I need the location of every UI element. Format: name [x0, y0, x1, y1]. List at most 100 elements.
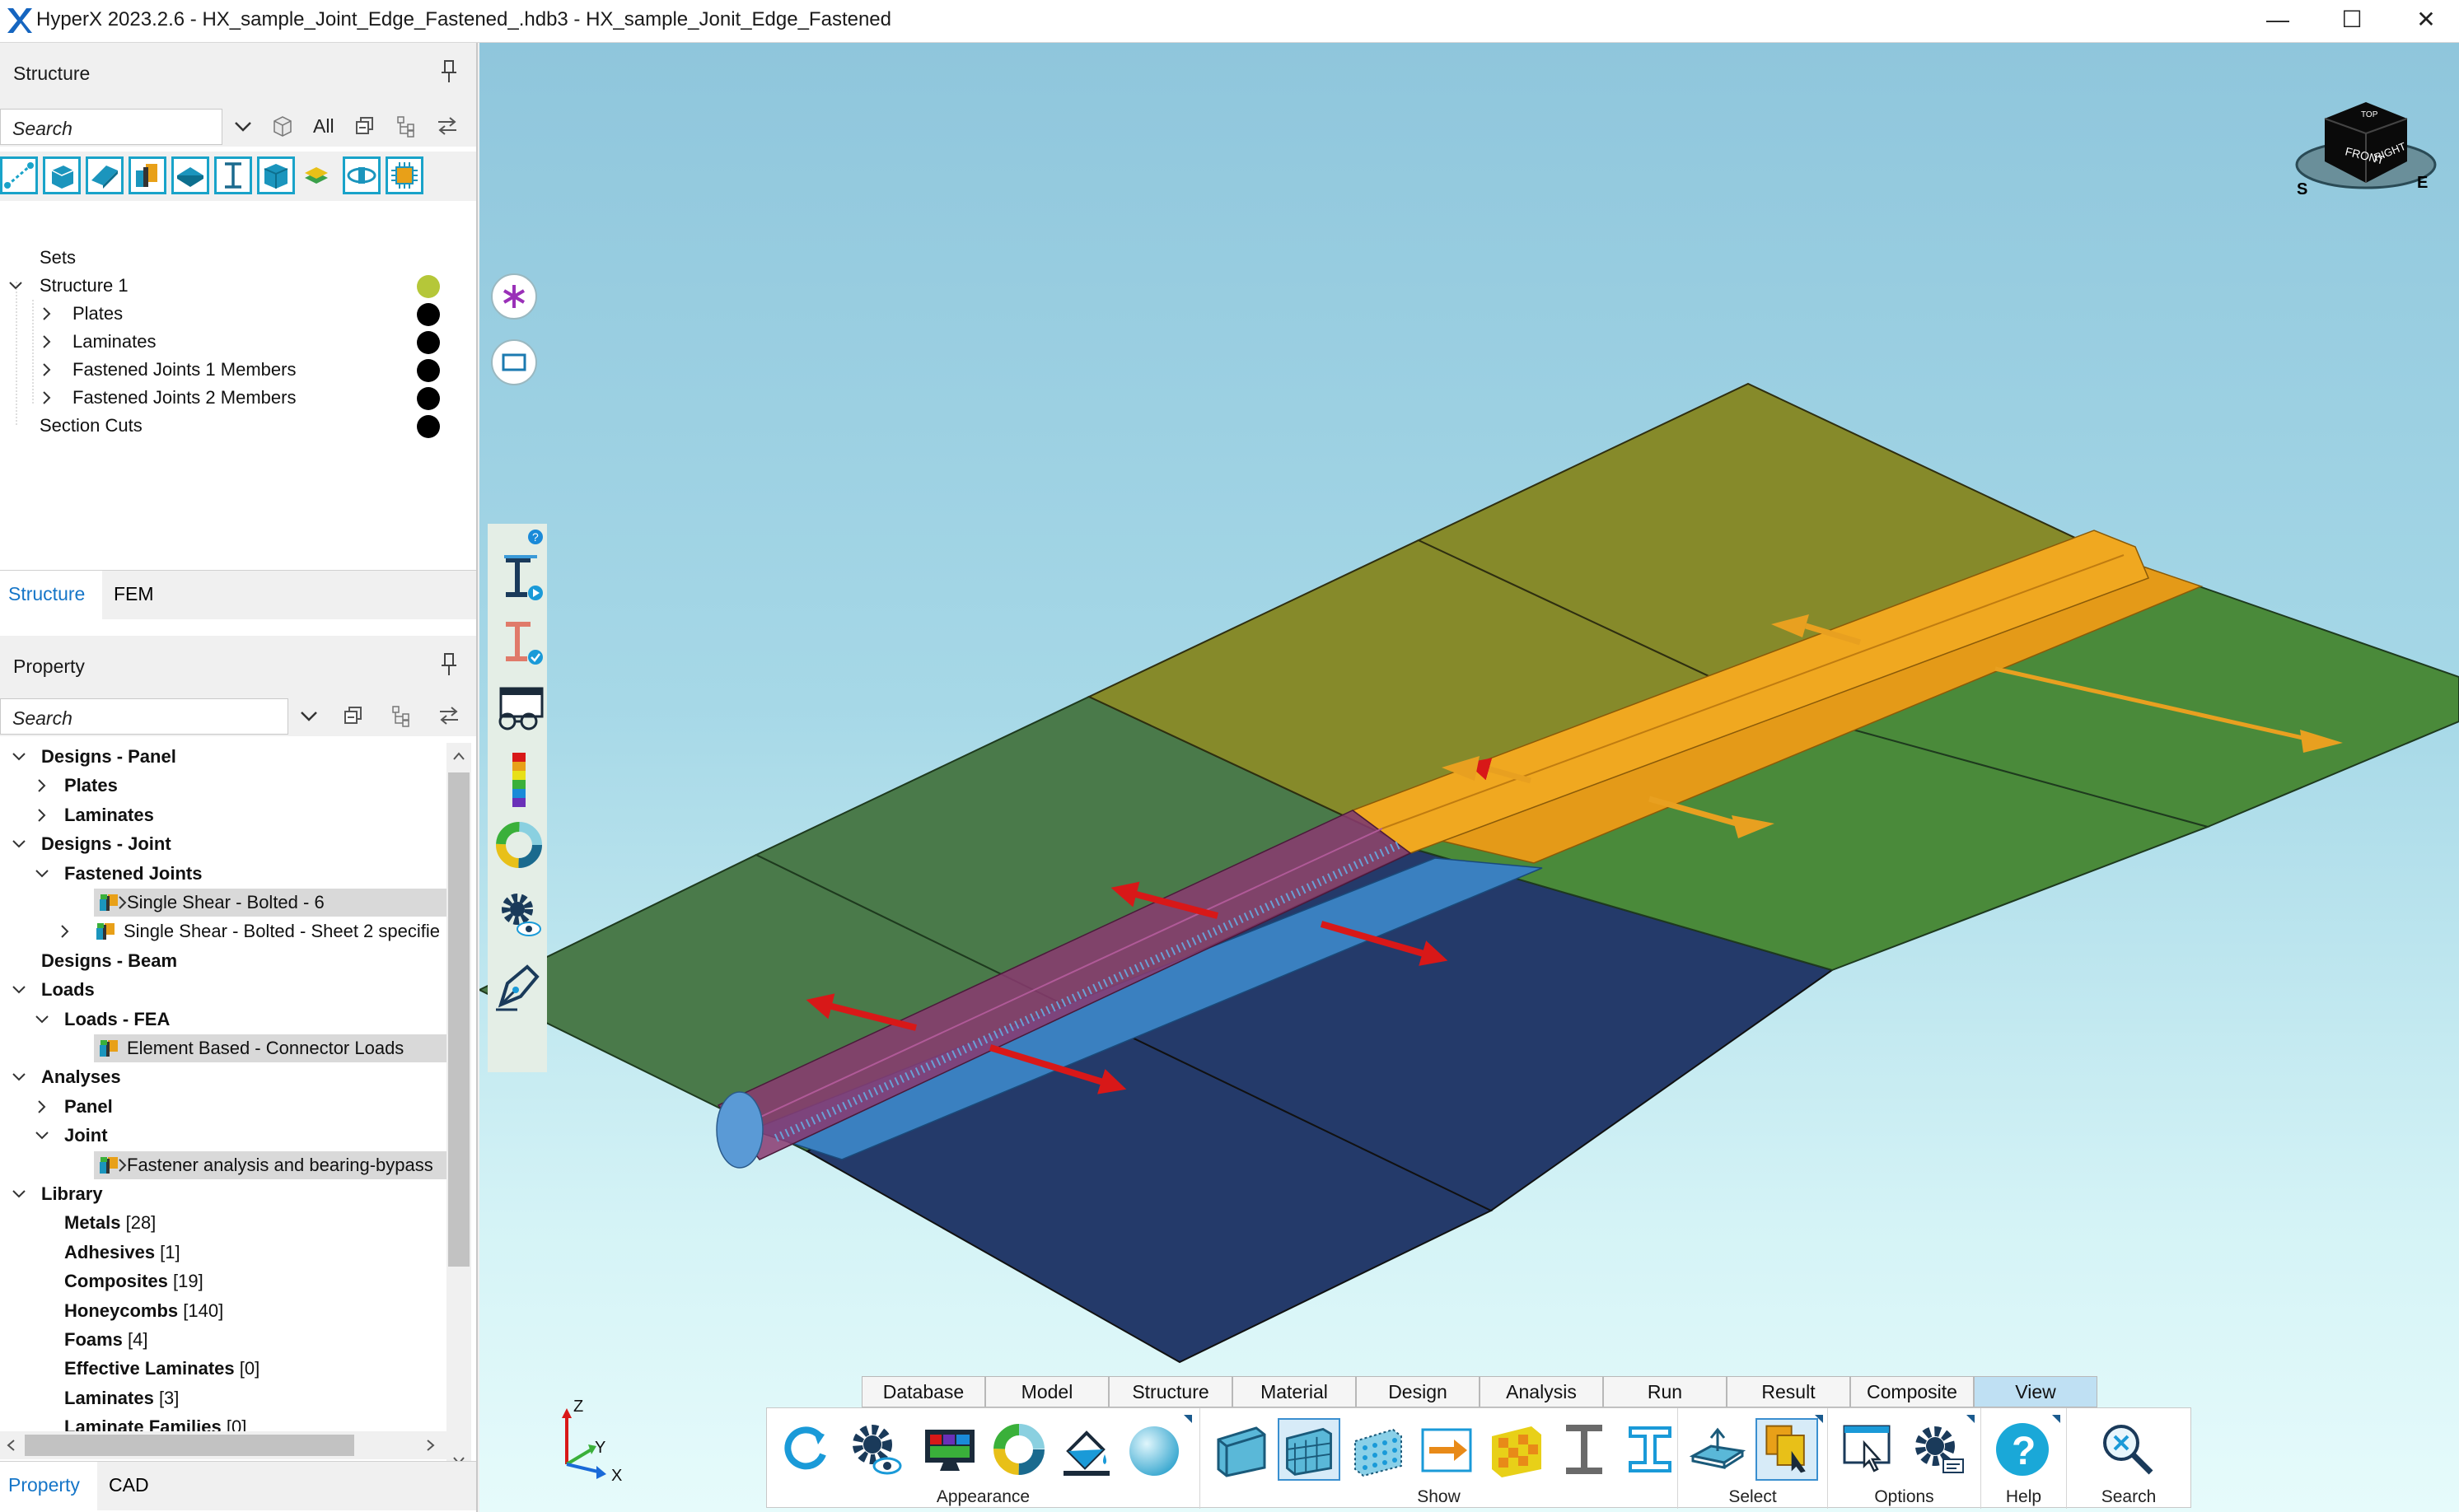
structure-search-input[interactable]: Search [0, 109, 222, 145]
arrow-load-icon[interactable] [1416, 1418, 1479, 1481]
chevron-right-icon[interactable] [35, 778, 49, 793]
dropdown-corner-icon[interactable] [1813, 1413, 1825, 1425]
ribbon-tab-composite[interactable]: Composite [1850, 1376, 1974, 1407]
dropdown-corner-icon[interactable] [1182, 1413, 1194, 1425]
chevron-down-icon[interactable] [12, 982, 26, 997]
property-tree-item[interactable]: Library [0, 1180, 446, 1208]
pin-icon[interactable] [440, 59, 458, 84]
sphere-icon[interactable] [1123, 1418, 1185, 1481]
visibility-dot[interactable] [417, 415, 440, 438]
chevron-down-icon[interactable] [12, 1187, 26, 1202]
property-tree-item[interactable]: Designs - Joint [0, 830, 446, 858]
property-tree-item[interactable]: Loads [0, 976, 446, 1004]
settings-eye-icon[interactable] [846, 1418, 909, 1481]
glasses-window-icon[interactable] [493, 684, 547, 736]
property-tree-item[interactable]: Loads - FEA [0, 1006, 446, 1034]
nodes-filter-button[interactable] [0, 156, 38, 194]
joints-filter-button[interactable] [129, 156, 166, 194]
property-tree-item[interactable]: Fastened Joints [0, 860, 446, 888]
chevron-right-icon[interactable] [35, 1099, 49, 1114]
scroll-up-icon[interactable] [451, 748, 467, 764]
visibility-dot[interactable] [417, 275, 440, 298]
swap-arrows-icon[interactable] [435, 114, 460, 138]
tree-item-sets[interactable]: Sets [0, 244, 476, 272]
ribbon-tab-database[interactable]: Database [862, 1376, 985, 1407]
property-tree-item[interactable]: Effective Laminates [0] [0, 1355, 446, 1383]
layers-filter-button[interactable] [300, 160, 338, 198]
minimize-button[interactable]: — [2241, 0, 2315, 43]
all-filter-label[interactable]: All [313, 115, 334, 138]
mesh-plate-icon[interactable] [1278, 1418, 1340, 1481]
swap-arrows-icon[interactable] [437, 703, 461, 728]
property-horizontal-scrollbar[interactable] [0, 1431, 446, 1459]
i-beam-outline-icon[interactable] [1619, 1418, 1681, 1481]
volumes-filter-button[interactable] [257, 156, 295, 194]
tree-item-section-cuts[interactable]: Section Cuts [0, 412, 476, 440]
click-window-icon[interactable] [1836, 1418, 1899, 1481]
visibility-dot[interactable] [417, 359, 440, 382]
tree-item-fastened-joints-2[interactable]: Fastened Joints 2 Members [0, 384, 476, 412]
viewcube-east-label[interactable]: E [2417, 174, 2428, 192]
chevron-down-icon[interactable] [35, 1128, 49, 1143]
tab-cad[interactable]: CAD [101, 1462, 166, 1511]
property-tree-item[interactable]: Designs - Beam [0, 947, 446, 975]
beam-check-icon[interactable] [494, 616, 545, 669]
property-tree-item[interactable]: Laminates [0, 801, 446, 829]
fem-filter-button[interactable] [386, 156, 423, 194]
tree-item-plates[interactable]: Plates [0, 300, 476, 328]
chevron-down-icon[interactable] [12, 749, 26, 764]
chevron-down-icon[interactable] [35, 866, 49, 881]
select-joint-icon[interactable] [1755, 1418, 1818, 1481]
pen-tool-icon[interactable] [493, 959, 545, 1013]
tab-fem[interactable]: FEM [105, 571, 171, 620]
ribbon-tab-design[interactable]: Design [1356, 1376, 1480, 1407]
shaded-plate-icon[interactable] [1210, 1418, 1273, 1481]
search-close-icon[interactable] [2097, 1418, 2159, 1481]
plates-filter-button[interactable] [86, 156, 124, 194]
rectangle-select-button[interactable] [491, 339, 537, 385]
property-tree-item[interactable]: Plates [0, 772, 446, 800]
surfaces-filter-button[interactable] [171, 156, 209, 194]
chevron-down-icon[interactable] [231, 114, 255, 138]
3d-viewport[interactable]: FRONT RIGHT TOP S E ? Z Y X [479, 43, 2459, 1512]
ribbon-tab-analysis[interactable]: Analysis [1480, 1376, 1603, 1407]
chevron-down-icon[interactable] [35, 1012, 49, 1027]
solids-filter-button[interactable] [43, 156, 81, 194]
chevron-right-icon[interactable] [58, 924, 72, 939]
dropdown-corner-icon[interactable] [1965, 1413, 1976, 1425]
property-tree-item[interactable]: Adhesives [1] [0, 1239, 446, 1267]
property-tree-item[interactable]: Metals [28] [0, 1209, 446, 1237]
chevron-down-icon[interactable] [12, 837, 26, 852]
color-scale-icon[interactable] [503, 751, 535, 809]
property-tree-item[interactable]: Designs - Panel [0, 743, 446, 771]
beam-play-icon[interactable] [494, 550, 545, 603]
hierarchy-icon[interactable] [389, 703, 414, 728]
tree-item-fastened-joints-1[interactable]: Fastened Joints 1 Members [0, 356, 476, 384]
beams-filter-button[interactable] [214, 156, 252, 194]
property-tree-item[interactable]: Element Based - Connector Loads [94, 1034, 446, 1062]
settings-eye-icon[interactable] [494, 886, 545, 940]
refresh-icon[interactable] [775, 1418, 838, 1481]
visibility-dot[interactable] [417, 387, 440, 410]
collapse-all-icon[interactable] [341, 703, 366, 728]
pick-center-button[interactable] [491, 273, 537, 320]
settings-gear-icon[interactable] [1907, 1418, 1970, 1481]
dropdown-corner-icon[interactable] [2050, 1413, 2062, 1425]
property-tree-item[interactable]: Composites [19] [0, 1267, 446, 1295]
property-search-input[interactable]: Search [0, 698, 288, 735]
help-icon[interactable]: ? [527, 529, 544, 545]
cube-filter-icon[interactable] [270, 114, 295, 138]
property-tree-item[interactable]: Honeycombs [140] [0, 1297, 446, 1325]
property-tree-item[interactable]: Joint [0, 1122, 446, 1150]
points-grid-icon[interactable] [1347, 1418, 1409, 1481]
ribbon-tab-model[interactable]: Model [985, 1376, 1109, 1407]
donut-chart-icon[interactable] [494, 820, 544, 870]
scrollbar-thumb[interactable] [25, 1435, 354, 1456]
viewcube-top-label[interactable]: TOP [2361, 110, 2378, 119]
property-tree-item[interactable]: Fastener analysis and bearing-bypass [94, 1150, 446, 1179]
chevron-right-icon[interactable] [35, 808, 49, 823]
pin-icon[interactable] [440, 652, 458, 677]
property-vertical-scrollbar[interactable] [446, 743, 471, 1476]
paint-bucket-icon[interactable] [1055, 1418, 1118, 1481]
donut-chart-icon[interactable] [988, 1418, 1050, 1481]
